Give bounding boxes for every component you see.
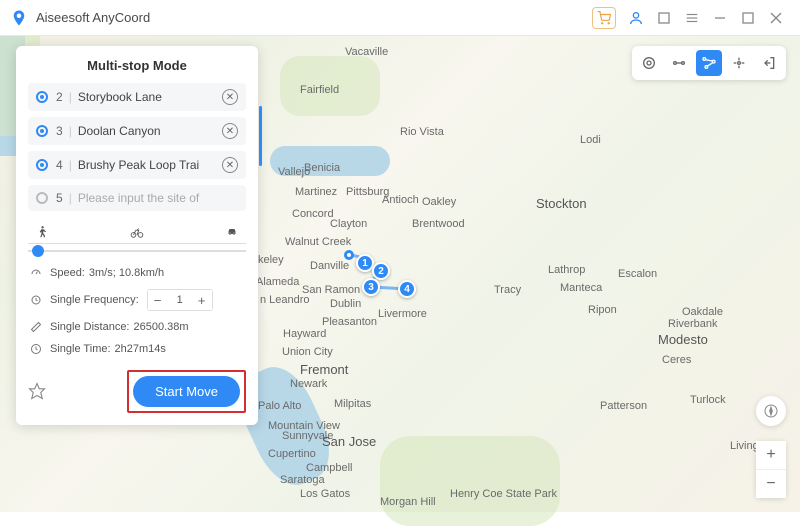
time-info: Single Time: 2h27m14s bbox=[28, 338, 246, 360]
freq-increase-button[interactable]: + bbox=[192, 290, 212, 310]
panel-footer: Start Move bbox=[28, 370, 246, 413]
exit-mode-icon[interactable] bbox=[756, 50, 782, 76]
ruler-icon bbox=[28, 321, 44, 333]
panel-title: Multi-stop Mode bbox=[28, 58, 246, 73]
map-mode-toolbar bbox=[632, 46, 786, 80]
freq-decrease-button[interactable]: − bbox=[148, 290, 168, 310]
mode-teleport-icon[interactable] bbox=[636, 50, 662, 76]
route-start-dot bbox=[344, 250, 354, 260]
multistop-panel: Multi-stop Mode 2|Storybook Lane✕3|Doola… bbox=[16, 46, 258, 425]
stop-input-empty[interactable]: 5 | Please input the site of bbox=[28, 185, 246, 211]
app-logo-icon bbox=[10, 9, 28, 27]
route-marker[interactable]: 2 bbox=[372, 262, 390, 280]
walk-mode-icon[interactable] bbox=[32, 223, 52, 241]
app-title: Aiseesoft AnyCoord bbox=[36, 10, 150, 25]
compass-button[interactable] bbox=[756, 396, 786, 426]
stop-number: 4 bbox=[56, 158, 63, 172]
stop-number: 3 bbox=[56, 124, 63, 138]
mode-multistop-icon[interactable] bbox=[696, 50, 722, 76]
car-mode-icon[interactable] bbox=[222, 223, 242, 241]
titlebar: Aiseesoft AnyCoord bbox=[0, 0, 800, 36]
restore-button[interactable] bbox=[650, 4, 678, 32]
route-marker[interactable]: 3 bbox=[362, 278, 380, 296]
minimize-button[interactable] bbox=[706, 4, 734, 32]
stop-row[interactable]: 3|Doolan Canyon✕ bbox=[28, 117, 246, 145]
cart-button[interactable] bbox=[592, 7, 616, 29]
maximize-button[interactable] bbox=[734, 4, 762, 32]
bike-mode-icon[interactable] bbox=[127, 223, 147, 241]
clear-stop-button[interactable]: ✕ bbox=[222, 89, 238, 105]
stop-name: Storybook Lane bbox=[78, 90, 218, 104]
radio-icon bbox=[36, 91, 48, 103]
stop-row[interactable]: 2|Storybook Lane✕ bbox=[28, 83, 246, 111]
distance-info: Single Distance: 26500.38m bbox=[28, 316, 246, 338]
frequency-stepper: − 1 + bbox=[147, 289, 213, 311]
scroll-indicator[interactable] bbox=[259, 106, 262, 166]
mode-onestop-icon[interactable] bbox=[666, 50, 692, 76]
speed-info: Speed: 3m/s; 10.8km/h bbox=[28, 262, 246, 284]
freq-value: 1 bbox=[168, 294, 192, 306]
zoom-in-button[interactable]: + bbox=[756, 441, 786, 469]
slider-thumb[interactable] bbox=[32, 245, 44, 257]
stop-placeholder: Please input the site of bbox=[78, 191, 238, 205]
close-button[interactable] bbox=[762, 4, 790, 32]
user-button[interactable] bbox=[622, 4, 650, 32]
mode-joystick-icon[interactable] bbox=[726, 50, 752, 76]
start-button-highlight: Start Move bbox=[127, 370, 246, 413]
radio-icon bbox=[36, 125, 48, 137]
start-move-button[interactable]: Start Move bbox=[133, 376, 240, 407]
frequency-info: Single Frequency: − 1 + bbox=[28, 284, 246, 316]
clock-icon bbox=[28, 343, 44, 355]
stop-number: 2 bbox=[56, 90, 63, 104]
stop-name: Doolan Canyon bbox=[78, 124, 218, 138]
radio-icon bbox=[36, 192, 48, 204]
repeat-icon bbox=[28, 294, 44, 306]
radio-icon bbox=[36, 159, 48, 171]
favorite-button[interactable] bbox=[28, 382, 48, 402]
stop-row[interactable]: 4|Brushy Peak Loop Trai✕ bbox=[28, 151, 246, 179]
speed-slider[interactable] bbox=[28, 244, 246, 262]
route-marker[interactable]: 4 bbox=[398, 280, 416, 298]
speed-mode-row bbox=[28, 219, 246, 244]
clear-stop-button[interactable]: ✕ bbox=[222, 123, 238, 139]
clear-stop-button[interactable]: ✕ bbox=[222, 157, 238, 173]
menu-button[interactable] bbox=[678, 4, 706, 32]
stop-number: 5 bbox=[56, 191, 63, 205]
stop-name: Brushy Peak Loop Trai bbox=[78, 158, 218, 172]
speedometer-icon bbox=[28, 267, 44, 279]
zoom-control: + − bbox=[756, 441, 786, 498]
zoom-out-button[interactable]: − bbox=[756, 470, 786, 498]
main-area: FairfieldRio VistaVacavilleVallejoMartin… bbox=[0, 36, 800, 512]
